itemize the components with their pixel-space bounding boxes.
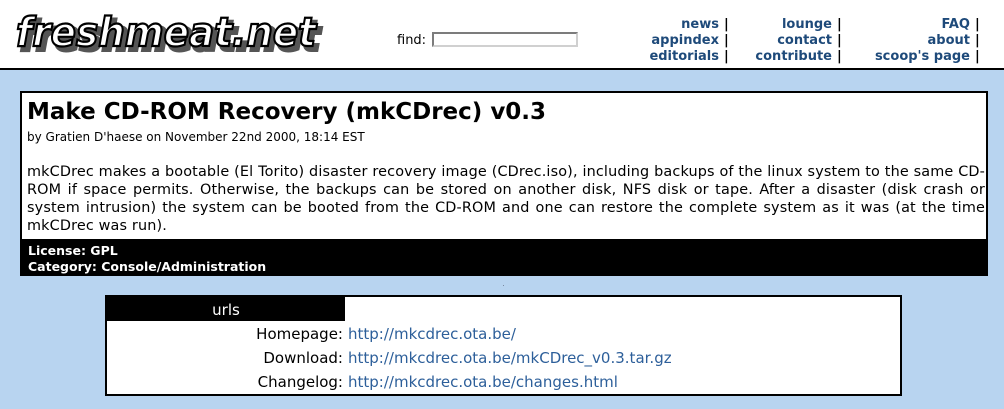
nav-link-appindex[interactable]: appindex: [649, 33, 719, 49]
find-label: find:: [397, 33, 427, 48]
nav-column-1: news appindex editorials: [649, 17, 719, 65]
urls-heading: urls: [107, 297, 345, 321]
divider-dot: [503, 285, 504, 286]
download-link[interactable]: http://mkcdrec.ota.be/mkCDrec_v0.3.tar.g…: [348, 349, 672, 367]
nav-link-scoops-page[interactable]: scoop's page: [875, 49, 970, 65]
article-description: mkCDrec makes a bootable (El Torito) dis…: [27, 164, 985, 234]
freshmeat-logo[interactable]: freshmeat.net freshmeat.net: [14, 0, 324, 66]
nav-separators-3: | | |: [975, 17, 980, 65]
nav-separator: |: [975, 49, 980, 64]
changelog-label: Changelog:: [257, 373, 343, 391]
nav-column-3: FAQ about scoop's page: [875, 17, 970, 65]
nav-link-news[interactable]: news: [649, 17, 719, 33]
nav-separators-1: | | |: [724, 17, 729, 65]
nav-link-contact[interactable]: contact: [755, 33, 832, 49]
nav-separator: |: [724, 49, 729, 64]
nav-link-lounge[interactable]: lounge: [755, 17, 832, 33]
nav-link-faq[interactable]: FAQ: [875, 17, 970, 33]
urls-box: urls Homepage: http://mkcdrec.ota.be/ Do…: [105, 295, 902, 396]
nav-link-contribute[interactable]: contribute: [755, 49, 832, 65]
nav-separator: |: [724, 33, 729, 48]
homepage-link[interactable]: http://mkcdrec.ota.be/: [348, 325, 516, 343]
article-box: Make CD-ROM Recovery (mkCDrec) v0.3 by G…: [20, 91, 988, 276]
nav-column-2: lounge contact contribute: [755, 17, 832, 65]
nav-separator: |: [837, 33, 842, 48]
nav-separator: |: [975, 33, 980, 48]
download-label: Download:: [263, 349, 343, 367]
nav-link-about[interactable]: about: [875, 33, 970, 49]
nav-separator: |: [975, 17, 980, 32]
changelog-link[interactable]: http://mkcdrec.ota.be/changes.html: [348, 373, 618, 391]
article-title: Make CD-ROM Recovery (mkCDrec) v0.3: [27, 99, 547, 125]
find-input[interactable]: [432, 32, 578, 47]
article-byline: by Gratien D'haese on November 22nd 2000…: [27, 130, 365, 144]
nav-separator: |: [724, 17, 729, 32]
category-text: Category: Console/Administration: [28, 259, 267, 274]
article-meta-bar: License: GPL Category: Console/Administr…: [22, 239, 986, 276]
nav-separator: |: [837, 17, 842, 32]
homepage-label: Homepage:: [256, 325, 343, 343]
nav-separator: |: [837, 49, 842, 64]
logo-text: freshmeat.net: [16, 10, 318, 56]
nav-link-editorials[interactable]: editorials: [649, 49, 719, 65]
site-header: freshmeat.net freshmeat.net find: news a…: [0, 0, 1004, 70]
license-text: License: GPL: [28, 243, 118, 258]
nav-separators-2: | | |: [837, 17, 842, 65]
